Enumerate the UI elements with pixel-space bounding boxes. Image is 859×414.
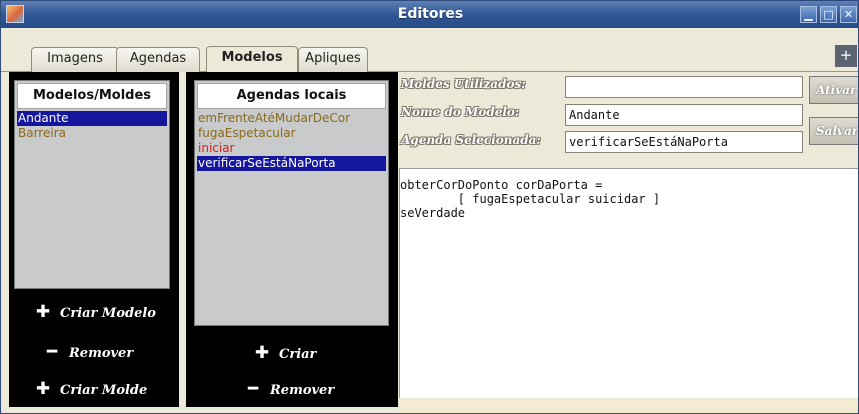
models-panel: Modelos/Moldes Andante Barreira ✚ Criar Mo… <box>9 72 179 407</box>
remove-model-label: Remover <box>69 346 134 361</box>
model-name-label: Nome do Modelo: <box>401 105 520 119</box>
list-item[interactable]: Andante <box>17 111 167 126</box>
main-content: Modelos/Moldes Andante Barreira ✚ Criar Mo… <box>9 72 858 413</box>
create-model-button[interactable]: ✚ Criar Modelo <box>34 301 156 323</box>
tab-apliques[interactable]: Apliques <box>298 47 368 72</box>
status-strip <box>399 400 858 413</box>
code-line: seVerdade <box>400 206 466 220</box>
maximize-button[interactable]: □ <box>820 6 837 23</box>
remove-model-button[interactable]: ━ Remover <box>43 341 133 363</box>
code-line: obterCorDoPonto corDaPorta = <box>400 178 603 192</box>
models-list-header: Modelos/Moldes <box>17 83 167 109</box>
create-mold-button[interactable]: ✚ Criar Molde <box>34 378 147 400</box>
tab-strip: Imagens Agendas Modelos Apliques <box>1 28 858 72</box>
list-item[interactable]: Barreira <box>17 126 167 141</box>
plus-icon: ✚ <box>254 343 270 363</box>
list-item[interactable]: emFrenteAtéMudarDeCor <box>197 111 386 126</box>
activate-button[interactable]: Ativar <box>809 76 858 104</box>
minus-icon: ━ <box>46 342 58 362</box>
create-agenda-button[interactable]: ✚ Criar <box>253 342 317 364</box>
code-editor[interactable]: obterCorDoPonto corDaPorta = [ fugaEspet… <box>399 168 858 398</box>
tab-agendas[interactable]: Agendas <box>116 47 200 72</box>
molds-used-label: Moldes Utilizados: <box>401 77 526 91</box>
save-button[interactable]: Salvar <box>809 117 858 145</box>
new-tab-icon[interactable]: + <box>835 45 857 67</box>
agendas-list[interactable]: Agendas locais emFrenteAtéMudarDeCor fuga… <box>194 80 389 326</box>
model-name-field[interactable]: Andante <box>565 104 803 126</box>
tab-modelos[interactable]: Modelos <box>206 46 298 72</box>
agendas-list-header: Agendas locais <box>197 83 386 109</box>
agendas-panel: Agendas locais emFrenteAtéMudarDeCor fuga… <box>186 72 398 407</box>
models-list[interactable]: Modelos/Moldes Andante Barreira <box>14 80 170 289</box>
code-line: [ fugaEspetacular suicidar ] <box>400 192 661 206</box>
minus-icon: ━ <box>247 379 259 399</box>
selected-agenda-field[interactable]: verificarSeEstáNaPorta <box>565 131 803 153</box>
models-items: Andante Barreira <box>17 111 167 141</box>
create-model-label: Criar Modelo <box>60 306 156 321</box>
agendas-items: emFrenteAtéMudarDeCor fugaEspetacular inic… <box>197 111 386 171</box>
plus-icon: ✚ <box>35 302 51 322</box>
list-item[interactable]: iniciar <box>197 141 386 156</box>
title-bar[interactable]: Editores ▁ □ ✕ <box>1 1 858 28</box>
window-title: Editores <box>397 6 464 22</box>
minimize-button[interactable]: ▁ <box>800 6 817 23</box>
molds-used-field[interactable] <box>565 76 803 98</box>
create-agenda-label: Criar <box>279 347 317 362</box>
selected-agenda-label: Agenda Selecionada: <box>401 133 541 147</box>
list-item[interactable]: fugaEspetacular <box>197 126 386 141</box>
create-mold-label: Criar Molde <box>60 383 148 398</box>
remove-agenda-label: Remover <box>270 383 335 398</box>
close-button[interactable]: ✕ <box>840 6 857 23</box>
plus-icon: ✚ <box>35 379 51 399</box>
list-item[interactable]: verificarSeEstáNaPorta <box>197 156 386 171</box>
tab-imagens[interactable]: Imagens <box>31 47 119 72</box>
editores-window: Editores ▁ □ ✕ Imagens Agendas Modelos A… <box>0 0 859 414</box>
remove-agenda-button[interactable]: ━ Remover <box>244 378 334 400</box>
